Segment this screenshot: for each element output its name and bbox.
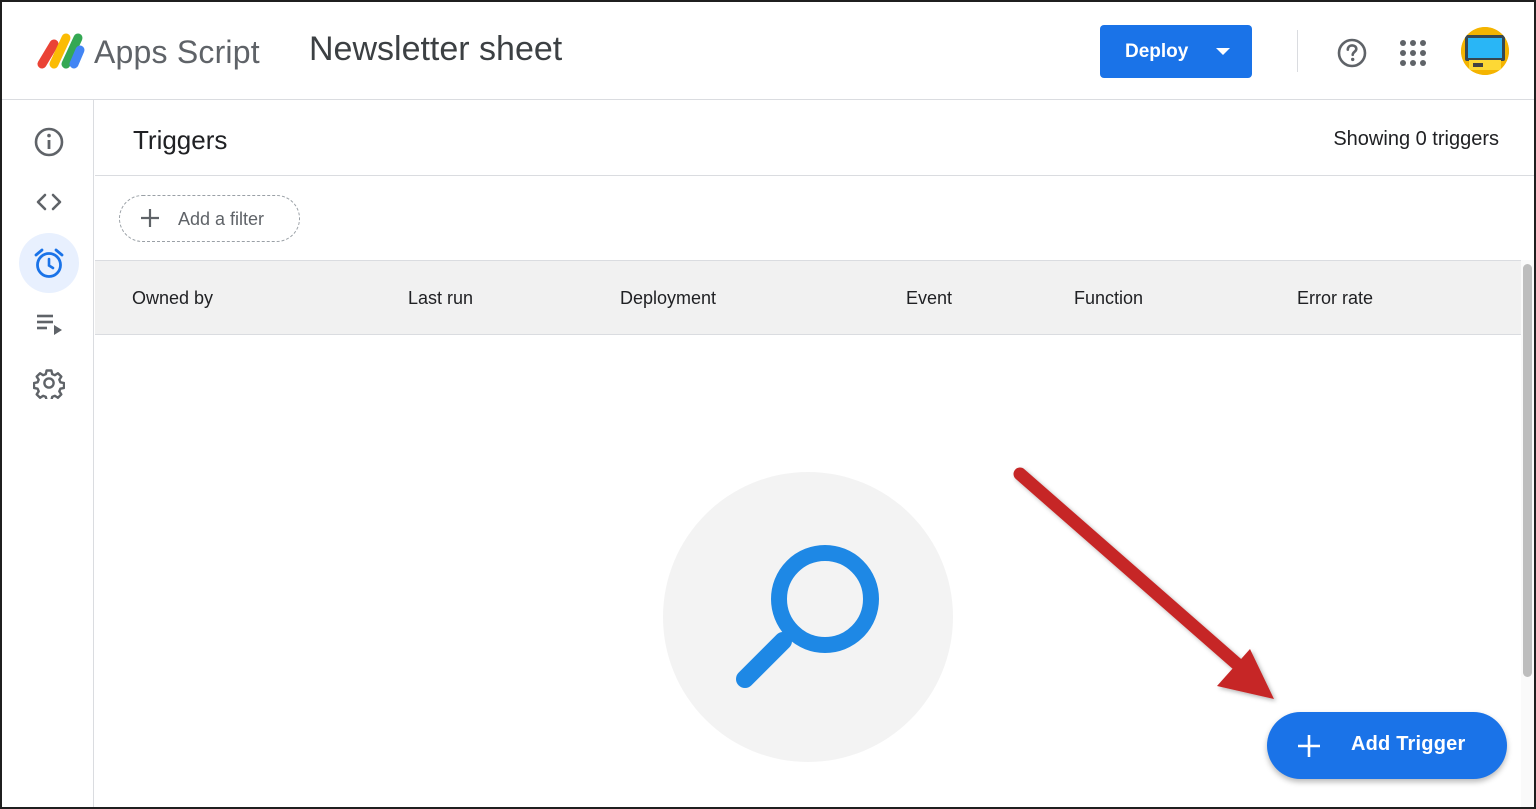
project-title[interactable]: Newsletter sheet [309, 30, 562, 69]
page-title: Triggers [133, 125, 228, 155]
trigger-count: Showing 0 triggers [1333, 128, 1499, 150]
left-navigation-rail [2, 100, 94, 807]
table-header: Owned by Last run Deployment Event Funct… [95, 260, 1521, 335]
deploy-button-label: Deploy [1125, 41, 1189, 62]
account-avatar[interactable] [1461, 27, 1509, 75]
deploy-button[interactable]: Deploy [1100, 25, 1252, 78]
rail-item-settings[interactable] [19, 353, 79, 413]
triggers-panel: Triggers Showing 0 triggers Add a filter… [95, 101, 1534, 807]
magnifying-glass-icon [736, 545, 879, 688]
add-trigger-label: Add Trigger [1351, 733, 1466, 755]
help-icon[interactable] [1336, 37, 1368, 69]
header-divider [1297, 30, 1298, 72]
info-icon [34, 127, 64, 157]
apps-script-logo[interactable] [34, 30, 86, 72]
executions-icon [37, 314, 62, 335]
divider [95, 175, 1534, 176]
column-header-event[interactable]: Event [906, 288, 952, 309]
plus-icon [141, 209, 159, 227]
top-bar: Apps Script Newsletter sheet Deploy [2, 2, 1534, 100]
scrollbar-thumb[interactable] [1523, 264, 1532, 677]
column-header-deployment[interactable]: Deployment [620, 288, 716, 309]
rail-item-editor[interactable] [19, 172, 79, 232]
app-window: Apps Script Newsletter sheet Deploy Trig… [0, 0, 1536, 809]
plus-icon [1298, 735, 1320, 757]
rail-item-triggers[interactable] [19, 233, 79, 293]
add-filter-label: Add a filter [178, 209, 265, 229]
column-header-function[interactable]: Function [1074, 288, 1143, 309]
add-trigger-button[interactable]: Add Trigger [1267, 712, 1507, 779]
google-apps-grid-icon[interactable] [1399, 39, 1427, 67]
gear-icon [33, 369, 65, 399]
add-filter-button[interactable]: Add a filter [119, 195, 300, 242]
code-icon [36, 193, 62, 211]
avatar-image [1461, 27, 1509, 75]
chevron-down-icon [1216, 48, 1230, 55]
app-name[interactable]: Apps Script [94, 34, 260, 71]
vertical-scrollbar[interactable] [1521, 260, 1534, 807]
column-header-last-run[interactable]: Last run [408, 288, 473, 309]
column-header-error-rate[interactable]: Error rate [1297, 288, 1373, 309]
rail-item-overview[interactable] [19, 112, 79, 172]
rail-item-executions[interactable] [19, 293, 79, 353]
column-header-owned-by[interactable]: Owned by [132, 288, 213, 309]
alarm-clock-icon [34, 248, 64, 278]
